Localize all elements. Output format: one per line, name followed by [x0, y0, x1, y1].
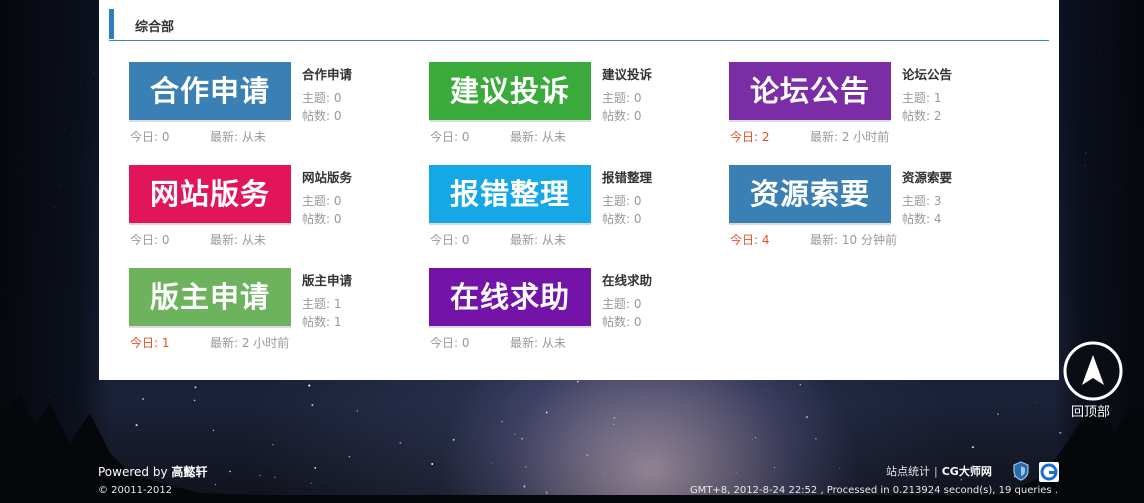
site-name-link[interactable]: CG大师网: [942, 465, 992, 478]
forum-latest: 最新: 2 小时前: [210, 336, 290, 350]
forum-latest: 最新: 2 小时前: [810, 130, 890, 144]
forum-posts: 帖数: 0: [302, 212, 342, 226]
forum-posts: 帖数: 2: [902, 109, 942, 123]
forum-today-count: 今日: 0: [430, 233, 470, 247]
forum-name-link[interactable]: 版主申请: [302, 270, 352, 289]
site-stats-link[interactable]: 站点统计: [886, 465, 930, 478]
forum-posts: 帖数: 1: [302, 315, 342, 329]
forum-topics: 主题: 0: [302, 194, 342, 208]
forum-card: 版主申请 版主申请 主题: 1 帖数: 1 今日: 1 最新: 2 小时前: [129, 268, 409, 353]
forum-banner-text: 在线求助: [449, 280, 570, 314]
header-accent-bar: [109, 9, 114, 39]
forum-banner[interactable]: 在线求助: [429, 268, 591, 326]
forum-card: 报错整理 报错整理 主题: 0 帖数: 0 今日: 0 最新: 从未: [429, 165, 709, 250]
forum-posts: 帖数: 4: [902, 212, 942, 226]
category-title[interactable]: 综合部: [135, 16, 174, 35]
forum-card: 建议投诉 建议投诉 主题: 0 帖数: 0 今日: 0 最新: 从未: [429, 62, 709, 147]
forum-banner[interactable]: 版主申请: [129, 268, 291, 326]
forum-name-link[interactable]: 网站版务: [302, 167, 352, 186]
forum-today-count: 今日: 0: [430, 336, 470, 350]
forum-today-count: 今日: 4: [730, 233, 770, 247]
forum-topics: 主题: 0: [602, 194, 642, 208]
forum-latest: 最新: 从未: [210, 130, 266, 144]
forum-today-count: 今日: 0: [130, 130, 170, 144]
forum-card: 资源索要 资源索要 主题: 3 帖数: 4 今日: 4 最新: 10 分钟前: [729, 165, 1009, 250]
copyright: © 20011-2012: [98, 485, 173, 496]
forum-banner[interactable]: 建议投诉: [429, 62, 591, 120]
powered-by: Powered by 高懿轩: [98, 463, 207, 480]
forum-name-link[interactable]: 论坛公告: [902, 64, 952, 83]
forum-name-link[interactable]: 在线求助: [602, 270, 652, 289]
forum-latest: 最新: 从未: [510, 233, 566, 247]
forum-card: 网站版务 网站版务 主题: 0 帖数: 0 今日: 0 最新: 从未: [129, 165, 409, 250]
forum-banner-text: 论坛公告: [749, 74, 870, 108]
forum-banner[interactable]: 网站版务: [129, 165, 291, 223]
forum-banner-text: 网站版务: [149, 177, 270, 211]
forum-name-link[interactable]: 合作申请: [302, 64, 352, 83]
forum-today-count: 今日: 1: [130, 336, 170, 350]
forum-banner[interactable]: 资源索要: [729, 165, 891, 223]
forum-posts: 帖数: 0: [602, 109, 642, 123]
forum-banner[interactable]: 合作申请: [129, 62, 291, 120]
gmt-processing-info: GMT+8, 2012-8-24 22:52 , Processed in 0.…: [689, 485, 1058, 496]
forum-banner-text: 资源索要: [749, 177, 870, 211]
forum-banner-text: 版主申请: [149, 280, 270, 314]
forum-banner[interactable]: 论坛公告: [729, 62, 891, 120]
forum-latest: 最新: 10 分钟前: [810, 233, 897, 247]
forum-banner-text: 合作申请: [149, 74, 270, 108]
verified-site-icon[interactable]: [1039, 462, 1059, 482]
forum-today-count: 今日: 2: [730, 130, 770, 144]
forum-topics: 主题: 0: [302, 91, 342, 105]
forum-name-link[interactable]: 建议投诉: [602, 64, 652, 83]
forum-today-count: 今日: 0: [130, 233, 170, 247]
powered-name-link[interactable]: 高懿轩: [171, 465, 207, 479]
forum-name-link[interactable]: 报错整理: [602, 167, 652, 186]
forum-topics: 主题: 1: [902, 91, 942, 105]
footer-links: 站点统计 | CG大师网: [886, 463, 992, 479]
forum-banner-text: 建议投诉: [449, 74, 570, 108]
security-shield-icon[interactable]: [1012, 461, 1030, 481]
forum-category-panel: 综合部 合作申请 合作申请 主题: 0 帖数: 0 今日: 0 最新: 从未 建议投诉 建议投…: [99, 0, 1059, 380]
powered-prefix: Powered by: [98, 465, 168, 479]
forum-posts: 帖数: 0: [302, 109, 342, 123]
forum-latest: 最新: 从未: [210, 233, 266, 247]
forum-posts: 帖数: 0: [602, 212, 642, 226]
forum-banner[interactable]: 报错整理: [429, 165, 591, 223]
forum-topics: 主题: 0: [602, 297, 642, 311]
forum-latest: 最新: 从未: [510, 130, 566, 144]
forum-card: 在线求助 在线求助 主题: 0 帖数: 0 今日: 0 最新: 从未: [429, 268, 709, 353]
forum-today-count: 今日: 0: [430, 130, 470, 144]
back-to-top-label[interactable]: 回顶部: [1071, 401, 1110, 420]
forum-topics: 主题: 3: [902, 194, 942, 208]
forum-posts: 帖数: 0: [602, 315, 642, 329]
divider: |: [934, 465, 938, 478]
forum-topics: 主题: 1: [302, 297, 342, 311]
navigation-arrow-icon: [1063, 341, 1123, 401]
forum-latest: 最新: 从未: [510, 336, 566, 350]
forum-card: 论坛公告 论坛公告 主题: 1 帖数: 2 今日: 2 最新: 2 小时前: [729, 62, 1009, 147]
forum-card: 合作申请 合作申请 主题: 0 帖数: 0 今日: 0 最新: 从未: [129, 62, 409, 147]
forum-name-link[interactable]: 资源索要: [902, 167, 952, 186]
forum-topics: 主题: 0: [602, 91, 642, 105]
category-header: 综合部: [109, 9, 1049, 41]
forum-banner-text: 报错整理: [449, 177, 570, 211]
